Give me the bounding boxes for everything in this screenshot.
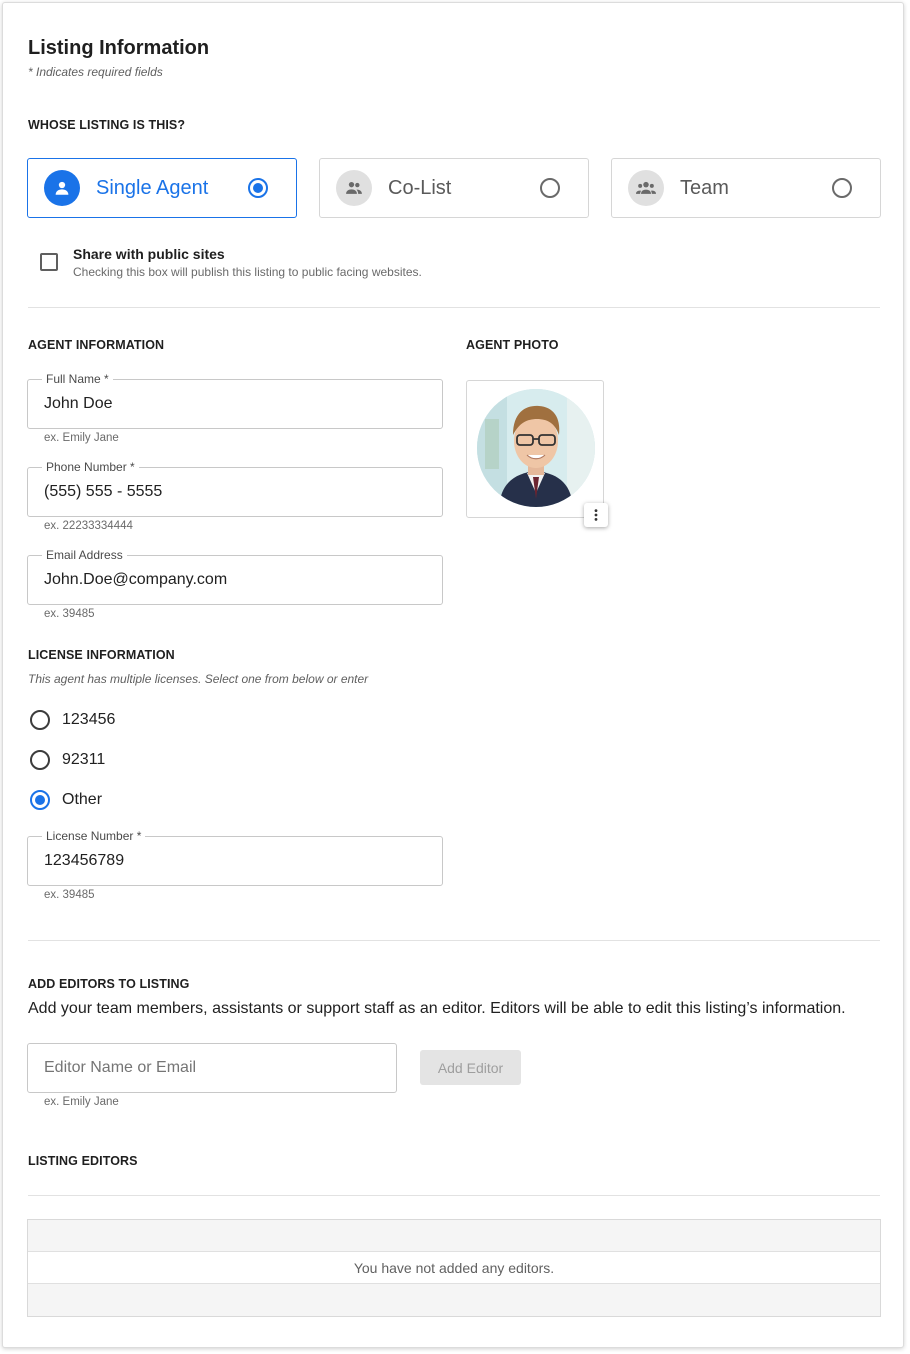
whose-listing-label: WHOSE LISTING IS THIS? (28, 118, 186, 132)
phone-number-field[interactable]: Phone Number * (27, 460, 443, 517)
listing-type-co-list[interactable]: Co-List (319, 158, 589, 218)
editor-search-hint: ex. Emily Jane (44, 1096, 119, 1108)
more-vert-icon (594, 509, 598, 521)
share-public-subtitle: Checking this box will publish this list… (73, 265, 422, 279)
listing-editors-table: You have not added any editors. (27, 1219, 881, 1317)
full-name-field[interactable]: Full Name * (27, 372, 443, 429)
listing-type-label: Co-List (388, 176, 452, 199)
listing-editors-label: LISTING EDITORS (28, 1154, 138, 1168)
license-option-other[interactable]: Other (30, 790, 102, 810)
section-divider (28, 940, 880, 941)
license-number-field[interactable]: License Number * (27, 829, 443, 886)
add-editors-label: ADD EDITORS TO LISTING (28, 977, 190, 991)
full-name-hint: ex. Emily Jane (44, 432, 119, 444)
share-public-checkbox[interactable] (40, 253, 58, 271)
email-address-input[interactable] (28, 556, 442, 604)
group-icon (628, 170, 664, 206)
license-number-input[interactable] (28, 837, 442, 885)
add-editor-button[interactable]: Add Editor (420, 1050, 521, 1085)
listing-information-card: Listing Information * Indicates required… (2, 2, 904, 1348)
photo-menu-button[interactable] (584, 503, 608, 527)
listing-type-radio[interactable] (832, 178, 852, 198)
email-address-hint: ex. 39485 (44, 608, 95, 620)
listing-type-label: Single Agent (96, 176, 209, 199)
required-fields-note: * Indicates required fields (28, 65, 163, 79)
listing-type-team[interactable]: Team (611, 158, 881, 218)
listing-type-single-agent[interactable]: Single Agent (27, 158, 297, 218)
add-editors-description: Add your team members, assistants or sup… (28, 1000, 846, 1017)
license-option-label: 92311 (62, 751, 106, 768)
agent-photo (477, 389, 595, 507)
license-radio[interactable] (30, 710, 50, 730)
editor-search-field[interactable] (27, 1043, 397, 1093)
email-address-field[interactable]: Email Address (27, 548, 443, 605)
section-divider (28, 1195, 880, 1196)
empty-editors-message: You have not added any editors. (28, 1252, 880, 1284)
license-option-label: Other (62, 791, 103, 808)
listing-type-radio[interactable] (540, 178, 560, 198)
table-footer (28, 1284, 880, 1316)
full-name-input[interactable] (28, 380, 442, 428)
phone-number-input[interactable] (28, 468, 442, 516)
license-option-92311[interactable]: 92311 (30, 750, 105, 770)
share-public-title: Share with public sites (73, 246, 225, 262)
listing-type-label: Team (680, 176, 729, 199)
license-option-123456[interactable]: 123456 (30, 710, 115, 730)
people-icon (336, 170, 372, 206)
page-title: Listing Information (28, 37, 210, 59)
license-radio[interactable] (30, 790, 50, 810)
table-header (28, 1220, 880, 1252)
agent-photo-label: AGENT PHOTO (466, 338, 559, 352)
agent-information-label: AGENT INFORMATION (28, 338, 165, 352)
section-divider (28, 307, 880, 308)
license-radio[interactable] (30, 750, 50, 770)
person-icon (44, 170, 80, 206)
license-information-label: LICENSE INFORMATION (28, 648, 175, 662)
editor-search-input[interactable] (28, 1044, 396, 1092)
agent-photo-frame (466, 380, 604, 518)
listing-type-radio[interactable] (248, 178, 268, 198)
license-number-hint: ex. 39485 (44, 889, 95, 901)
license-subtitle: This agent has multiple licenses. Select… (28, 672, 369, 686)
license-option-label: 123456 (62, 711, 116, 728)
phone-number-hint: ex. 22233334444 (44, 520, 133, 532)
